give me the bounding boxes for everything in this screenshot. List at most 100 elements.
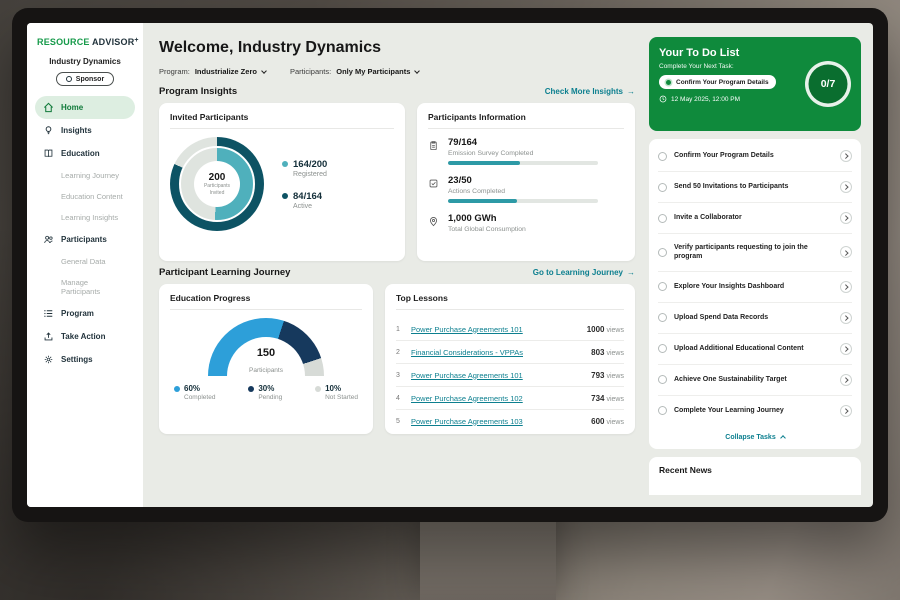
chevron-down-icon [261, 68, 267, 74]
sidebar-item-participants[interactable]: Participants [35, 228, 135, 251]
card-title: Top Lessons [396, 293, 624, 310]
task-row[interactable]: Confirm Your Program Details [658, 141, 852, 172]
lesson-row: 5 Power Purchase Agreements 103 600views [396, 410, 624, 432]
sidebar-item-learning-journey[interactable]: Learning Journey [35, 165, 135, 186]
task-checkbox[interactable] [658, 313, 667, 322]
chevron-up-icon [780, 436, 786, 442]
legend-dot [282, 193, 288, 199]
task-open-button[interactable] [840, 281, 852, 293]
participants-filter-value: Only My Participants [336, 67, 410, 76]
link-label: Check More Insights [545, 87, 623, 96]
logo-text-secondary: ADVISOR [92, 37, 134, 47]
sidebar-item-program[interactable]: Program [35, 302, 135, 325]
top-lessons-card: Top Lessons 1 Power Purchase Agreements … [385, 284, 635, 434]
lesson-rank: 5 [396, 418, 404, 425]
lesson-views-value: 1000 [587, 325, 605, 334]
metric-label: Actions Completed [448, 188, 598, 195]
lesson-views-unit: views [606, 373, 624, 380]
legend-item-active: 84/164 Active [282, 191, 327, 210]
lesson-views-unit: views [606, 327, 624, 334]
insights-cards-row: Invited Participants 200 Participants In… [159, 103, 635, 261]
monitor-bezel: RESOURCE ADVISOR+ Industry Dynamics Spon… [12, 8, 888, 522]
go-to-learning-journey-link[interactable]: Go to Learning Journey → [533, 268, 635, 277]
sidebar: RESOURCE ADVISOR+ Industry Dynamics Spon… [27, 23, 143, 507]
task-row[interactable]: Achieve One Sustainability Target [658, 365, 852, 396]
todo-subtitle: Complete Your Next Task: [659, 63, 797, 70]
task-checkbox[interactable] [658, 183, 667, 192]
sidebar-item-home[interactable]: Home [35, 96, 135, 119]
legend-dot [282, 161, 288, 167]
program-filter-value: Industrialize Zero [195, 67, 257, 76]
sidebar-item-general-data[interactable]: General Data [35, 251, 135, 272]
task-open-button[interactable] [840, 150, 852, 162]
check-more-insights-link[interactable]: Check More Insights → [545, 87, 635, 96]
gauge-center: 150 Participants [208, 347, 324, 376]
task-row[interactable]: Invite a Collaborator [658, 203, 852, 234]
org-name: Industry Dynamics [35, 57, 135, 66]
task-row[interactable]: Send 50 Invitations to Participants [658, 172, 852, 203]
legend-value: 10% [325, 384, 341, 393]
task-checkbox[interactable] [658, 152, 667, 161]
task-open-button[interactable] [840, 312, 852, 324]
task-row[interactable]: Complete Your Learning Journey [658, 396, 852, 426]
link-label: Go to Learning Journey [533, 268, 623, 277]
task-open-button[interactable] [840, 405, 852, 417]
task-row[interactable]: Upload Spend Data Records [658, 303, 852, 334]
task-label: Confirm Your Program Details [674, 151, 833, 160]
sponsor-badge[interactable]: Sponsor [56, 72, 114, 86]
collapse-tasks-button[interactable]: Collapse Tasks [658, 426, 852, 444]
sidebar-item-education-content[interactable]: Education Content [35, 186, 135, 207]
card-title: Participants Information [428, 112, 624, 129]
card-title: Education Progress [170, 293, 362, 310]
sidebar-item-settings[interactable]: Settings [35, 348, 135, 371]
invited-donut-chart: 200 Participants Invited 164/200 [170, 137, 394, 231]
task-open-button[interactable] [840, 212, 852, 224]
todo-progress-ring: 0/7 [805, 61, 851, 107]
task-checkbox[interactable] [658, 248, 667, 257]
legend-value: 30% [258, 384, 274, 393]
sidebar-item-label: Settings [61, 355, 93, 364]
task-open-button[interactable] [840, 181, 852, 193]
sidebar-item-education[interactable]: Education [35, 142, 135, 165]
lesson-link[interactable]: Power Purchase Agreements 102 [411, 394, 584, 403]
sidebar-item-label: Participants [61, 235, 107, 244]
task-open-button[interactable] [840, 246, 852, 258]
task-row[interactable]: Upload Additional Educational Content [658, 334, 852, 365]
lesson-link[interactable]: Power Purchase Agreements 101 [411, 371, 584, 380]
task-open-button[interactable] [840, 374, 852, 386]
task-checkbox[interactable] [658, 344, 667, 353]
upload-icon [43, 331, 54, 342]
next-task-pill[interactable]: Confirm Your Program Details [659, 75, 776, 89]
arrow-right-icon: → [627, 268, 635, 277]
sidebar-item-insights[interactable]: Insights [35, 119, 135, 142]
task-checkbox[interactable] [658, 375, 667, 384]
sidebar-item-take-action[interactable]: Take Action [35, 325, 135, 348]
participants-filter-dropdown[interactable]: Only My Participants [336, 67, 419, 76]
next-task-due: 12 May 2025, 12:00 PM [659, 95, 797, 103]
sidebar-item-manage-participants[interactable]: Manage Participants [35, 272, 135, 302]
task-row[interactable]: Explore Your Insights Dashboard [658, 272, 852, 303]
sidebar-item-label: Insights [61, 126, 92, 135]
lesson-link[interactable]: Power Purchase Agreements 103 [411, 417, 584, 426]
lesson-views-value: 793 [591, 371, 604, 380]
chevron-right-icon [843, 250, 848, 255]
lesson-views-value: 803 [591, 348, 604, 357]
task-checkbox[interactable] [658, 214, 667, 223]
lesson-rank: 4 [396, 395, 404, 402]
lesson-link[interactable]: Financial Considerations - VPPAs [411, 348, 584, 357]
collapse-tasks-label: Collapse Tasks [725, 434, 775, 441]
task-open-button[interactable] [840, 343, 852, 355]
lesson-row: 2 Financial Considerations - VPPAs 803vi… [396, 341, 624, 364]
emission-survey-row: 79/164 Emission Survey Completed [428, 137, 624, 165]
clock-icon [659, 95, 667, 103]
gauge-center-value: 150 [208, 347, 324, 359]
program-insights-header: Program Insights Check More Insights → [159, 86, 635, 97]
task-row[interactable]: Verify participants requesting to join t… [658, 234, 852, 272]
lesson-link[interactable]: Power Purchase Agreements 101 [411, 325, 580, 334]
task-checkbox[interactable] [658, 406, 667, 415]
task-checkbox[interactable] [658, 282, 667, 291]
program-filter-dropdown[interactable]: Industrialize Zero [195, 67, 266, 76]
sidebar-item-learning-insights[interactable]: Learning Insights [35, 207, 135, 228]
task-label: Send 50 Invitations to Participants [674, 182, 833, 191]
chevron-right-icon [843, 408, 848, 413]
